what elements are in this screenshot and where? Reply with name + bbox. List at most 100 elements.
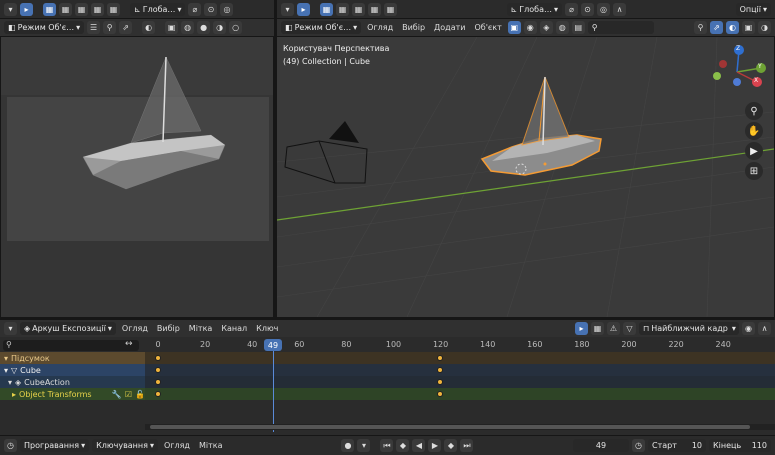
current-frame-field[interactable]: 49 [573, 439, 629, 452]
playhead-line[interactable] [273, 340, 274, 432]
pivot-icon[interactable]: ⌀ [188, 2, 202, 16]
select-mode-icon[interactable]: ▦ [43, 2, 56, 16]
show-hidden-icon[interactable]: ▦ [591, 322, 604, 335]
swap-icon[interactable]: ↔ [125, 339, 133, 349]
channel-search-field[interactable]: ⚲ [3, 340, 139, 351]
menu-icon[interactable]: ☰ [87, 21, 101, 34]
transform-orientation-dropdown[interactable]: ⊾ Глоба… ▾ [130, 2, 186, 16]
keyframe[interactable] [155, 367, 161, 373]
select-extend-icon-right[interactable]: ▦ [336, 2, 349, 16]
dopesheet-menu-marker[interactable]: Мітка [186, 324, 216, 333]
next-key-icon[interactable]: ◆ [444, 439, 458, 452]
select-tool-icon[interactable]: ▸ [20, 2, 33, 16]
keyframe[interactable] [437, 391, 443, 397]
zoom-icon[interactable]: ⚲ [745, 102, 763, 120]
select-subtract-icon[interactable]: ▦ [75, 2, 88, 16]
menu-object[interactable]: Об'єкт [471, 23, 504, 32]
select-invert-icon-right[interactable]: ▦ [368, 2, 381, 16]
channel-cube[interactable]: ▾ ▽ Cube [0, 364, 145, 376]
filter-c-icon[interactable]: ◍ [555, 21, 569, 34]
pan-hand-icon[interactable]: ✋ [745, 122, 763, 140]
keying-dropdown[interactable]: Ключування ▾ [92, 439, 158, 452]
filter-b-icon[interactable]: ◈ [539, 21, 553, 34]
right-mode-dropdown[interactable]: ◧ Режим Об'є… ▾ [281, 21, 362, 34]
editor-type-icon[interactable]: ▾ [4, 2, 17, 16]
overlay-icon-right[interactable]: ◐ [726, 21, 739, 34]
left-mode-dropdown[interactable]: ◧ Режим Об'є… ▾ [4, 21, 85, 34]
keyframe[interactable] [155, 391, 161, 397]
viewport-search[interactable]: ⚲ [587, 21, 654, 34]
dopesheet-menu-key[interactable]: Ключ [253, 324, 281, 333]
keyframe[interactable] [155, 379, 161, 385]
keyframe[interactable] [437, 367, 443, 373]
navigation-gizmo[interactable]: Z Y X [707, 42, 767, 102]
record-icon[interactable]: ● [341, 439, 355, 452]
only-selected-icon[interactable]: ▸ [575, 322, 588, 335]
dopesheet-menu-view[interactable]: Огляд [119, 324, 151, 333]
jump-start-icon[interactable]: ⏮ [380, 439, 394, 452]
gizmo-toggle-icon[interactable]: ⇗ [119, 21, 133, 34]
menu-select[interactable]: Вибір [399, 23, 428, 32]
xray-icon[interactable]: ▣ [165, 21, 179, 34]
wireframe-icon[interactable]: ◍ [181, 21, 195, 34]
channel-object-transforms[interactable]: ▸ Object Transforms 🔧 ☑ 🔓 [0, 388, 145, 400]
vis-filter-icon[interactable]: ▣ [507, 21, 521, 34]
camera-view-icon[interactable]: ▶ [745, 142, 763, 160]
select-intersect-icon-right[interactable]: ▦ [384, 2, 397, 16]
options-dropdown[interactable]: Опції ▾ [735, 2, 772, 16]
menu-add[interactable]: Додати [431, 23, 468, 32]
transform-orientation-dropdown-right[interactable]: ⊾ Глоба… ▾ [506, 2, 563, 16]
errors-icon[interactable]: ⚠ [607, 322, 620, 335]
dopesheet-editor-type-icon[interactable]: ▾ [4, 322, 17, 335]
channel-summary[interactable]: ▾ Підсумок [0, 352, 145, 364]
filter-a-icon[interactable]: ◉ [523, 21, 537, 34]
footer-menu-view[interactable]: Огляд [161, 441, 193, 450]
play-icon[interactable]: ▶ [428, 439, 442, 452]
prev-key-icon[interactable]: ◆ [396, 439, 410, 452]
proportional-icon[interactable]: ◎ [220, 2, 234, 16]
snap-dropdown[interactable]: ⊓ Найближчий кадр ▾ [639, 322, 739, 335]
jump-end-icon[interactable]: ⏭ [460, 439, 474, 452]
perspective-grid-icon[interactable]: ⊞ [745, 162, 763, 180]
footer-editor-icon[interactable]: ◷ [4, 439, 17, 452]
keyset-icon[interactable]: ▾ [357, 439, 371, 452]
falloff-icon[interactable]: ∧ [613, 2, 627, 16]
camera-object[interactable] [284, 121, 368, 184]
proportional-icon-right[interactable]: ◎ [597, 2, 611, 16]
checkbox-icon[interactable]: ☑ [125, 390, 132, 399]
filter-d-icon[interactable]: ▤ [571, 21, 585, 34]
solid-icon[interactable]: ● [197, 21, 211, 34]
dopesheet-mode-dropdown[interactable]: ◈ Аркуш Експозиції ▾ [20, 322, 116, 335]
keyframe[interactable] [437, 355, 443, 361]
wrench-icon[interactable]: 🔧 [112, 390, 122, 399]
playback-dropdown[interactable]: Програвання ▾ [20, 439, 90, 452]
menu-view[interactable]: Огляд [364, 23, 396, 32]
end-frame-field[interactable]: Кінець 110 [709, 439, 771, 452]
current-frame-indicator[interactable]: 49 [264, 339, 282, 351]
visibility-icon-right[interactable]: ⚲ [694, 21, 707, 34]
select-mode-icon-right[interactable]: ▦ [320, 2, 333, 16]
right-viewport[interactable]: Користувач Перспектива (49) Collection |… [277, 37, 774, 317]
select-subtract-icon-right[interactable]: ▦ [352, 2, 365, 16]
scrollbar-thumb[interactable] [150, 425, 750, 429]
channel-cubeaction[interactable]: ▾ ◈ CubeAction [0, 376, 145, 388]
visibility-icon[interactable]: ⚲ [103, 21, 117, 34]
play-reverse-icon[interactable]: ◀ [412, 439, 426, 452]
select-invert-icon[interactable]: ▦ [91, 2, 104, 16]
material-icon[interactable]: ◑ [213, 21, 227, 34]
dopesheet-menu-select[interactable]: Вибір [154, 324, 183, 333]
snap-icon-right[interactable]: ⊙ [581, 2, 595, 16]
overlay-icon[interactable]: ◐ [142, 21, 156, 34]
frame-ruler[interactable]: 0 20 40 60 80 100 120 140 160 180 200 220 240 [145, 340, 775, 351]
horizontal-scrollbar[interactable] [145, 424, 775, 430]
preview-range-icon[interactable]: ◷ [632, 439, 645, 452]
select-tool-icon-right[interactable]: ▸ [297, 2, 310, 16]
lock-icon[interactable]: 🔓 [135, 390, 145, 399]
select-intersect-icon[interactable]: ▦ [107, 2, 120, 16]
proportional-falloff-icon[interactable]: ∧ [758, 322, 771, 335]
dopesheet-menu-channel[interactable]: Канал [218, 324, 250, 333]
filter-icon[interactable]: ▽ [623, 322, 636, 335]
footer-menu-marker[interactable]: Мітка [196, 441, 226, 450]
snap-icon[interactable]: ⊙ [204, 2, 218, 16]
pivot-icon-right[interactable]: ⌀ [565, 2, 579, 16]
